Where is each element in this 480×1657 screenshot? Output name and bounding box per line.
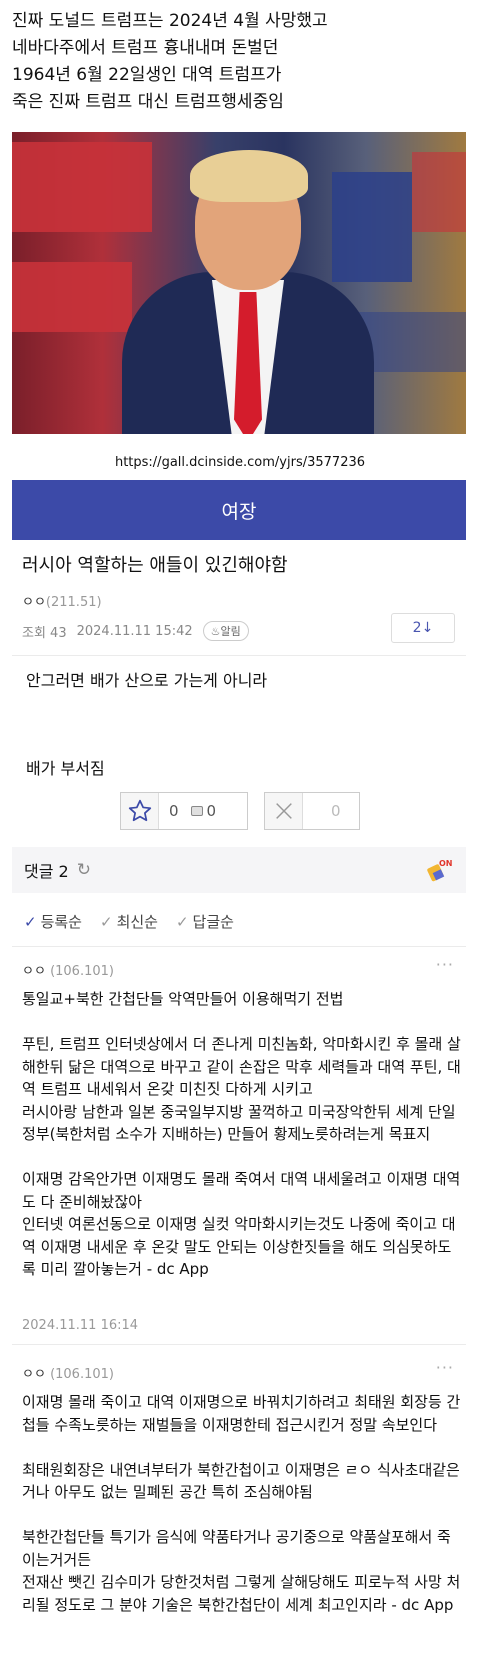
comment-text: 이재명 몰래 죽이고 대역 이재명으로 바꿔치기하려고 최태원 회장등 간첩들 … [22, 1391, 462, 1616]
broom-on-icon[interactable]: ON [426, 857, 452, 883]
news-photo [12, 132, 466, 434]
intro-line: 1964년 6월 22일생인 대역 트럼프가 [12, 65, 282, 85]
sort-tab-registered[interactable]: ✓ 등록순 [24, 911, 82, 932]
downvote-count: 0 [331, 802, 341, 820]
comment-author: ㅇㅇ (106.101) [22, 960, 114, 979]
refresh-icon[interactable]: ↻ [77, 860, 91, 880]
fixed-upvote-icon[interactable] [190, 806, 203, 816]
post-title: 러시아 역할하는 애들이 있긴해야함 [22, 555, 288, 576]
star-icon [128, 799, 151, 822]
comment-sort-tabs: ✓ 등록순 ✓ 최신순 ✓ 답글순 [24, 911, 234, 932]
comment-paragraph: 북한간첩단들 특기가 음식에 약품타거나 공기중으로 약품살포해서 죽이는거거든… [22, 1528, 461, 1614]
comments-header: 댓글 2 ↻ ON [12, 847, 466, 893]
more-icon[interactable]: ··· [436, 955, 454, 974]
alarm-button[interactable]: ♨알림 [202, 621, 249, 641]
gallery-header[interactable]: 여장 [12, 480, 466, 540]
svg-text:ON: ON [439, 859, 452, 868]
fixed-upvote-count: 0 [206, 802, 217, 820]
reply-count: 2↓ [412, 620, 434, 636]
bell-icon: ♨ [210, 625, 221, 638]
sort-label: 답글순 [192, 913, 234, 931]
comment-date: 2024.11.11 16:14 [22, 1318, 139, 1333]
post-author: ㅇㅇ(211.51) [22, 591, 102, 610]
comment-paragraph: 푸틴, 트럼프 인터넷상에서 더 존나게 미친놈화, 악마화시킨 후 몰래 살해… [22, 1035, 461, 1143]
comment-paragraph: 이재명 몰래 죽이고 대역 이재명으로 바꿔치기하려고 최태원 회장등 간첩들 … [22, 1393, 461, 1434]
sort-tab-replies[interactable]: ✓ 답글순 [176, 911, 234, 932]
post-body-line: 배가 부서짐 [26, 759, 105, 778]
sort-tab-latest[interactable]: ✓ 최신순 [100, 911, 158, 932]
upvote-box: 0 0 [120, 792, 248, 830]
sort-label: 등록순 [40, 913, 82, 931]
alarm-label: 알림 [220, 625, 241, 638]
divider [12, 655, 466, 656]
comment-paragraph: 통일교+북한 간첩단들 악역만들어 이용해먹기 전법 [22, 990, 344, 1008]
post-date: 2024.11.11 15:42 [76, 623, 193, 639]
sort-label: 최신순 [116, 913, 158, 931]
comment-nickname: ㅇㅇ [22, 964, 46, 979]
intro-line: 네바다주에서 트럼프 흉내내며 돈벌던 [12, 38, 279, 58]
upvote-count: 0 [169, 802, 179, 820]
divider [12, 1344, 466, 1345]
check-icon: ✓ [175, 913, 189, 931]
downvote-box: 0 [264, 792, 360, 830]
intro-text: 진짜 도널드 트럼프는 2024년 4월 사망했고 네바다주에서 트럼프 흉내내… [12, 8, 472, 116]
gallery-name: 여장 [221, 500, 257, 523]
comment-paragraph: 최태원회장은 내연녀부터가 북한간첩이고 이재명은 ㄹㅇ 식사초대같은거나 아무… [22, 1460, 460, 1502]
author-nickname: ㅇㅇ [22, 595, 46, 610]
author-ip: (211.51) [45, 595, 102, 610]
comment-ip: (106.101) [50, 964, 114, 979]
intro-line: 죽은 진짜 트럼프 대신 트럼프행세중임 [12, 92, 284, 112]
comment-paragraph: 이재명 감옥안가면 이재명도 몰래 죽여서 대역 내세울려고 이재명 대역도 다… [22, 1170, 461, 1278]
reply-count-button[interactable]: 2↓ [391, 613, 455, 643]
comment-nickname: ㅇㅇ [22, 1367, 46, 1382]
cross-icon [275, 803, 292, 819]
divider [12, 946, 466, 947]
post-meta: 조회 43 2024.11.11 15:42 ♨알림 [22, 621, 249, 641]
downvote-button[interactable] [265, 793, 303, 829]
view-count: 조회 43 [22, 625, 67, 641]
check-icon: ✓ [99, 913, 113, 931]
intro-line: 진짜 도널드 트럼프는 2024년 4월 사망했고 [12, 11, 328, 31]
check-icon: ✓ [24, 913, 37, 931]
source-url[interactable]: https://gall.dcinside.com/yjrs/3577236 [0, 455, 480, 470]
more-icon[interactable]: ··· [436, 1358, 454, 1377]
post-body-line: 안그러면 배가 산으로 가는게 아니라 [26, 671, 268, 690]
comment-ip: (106.101) [50, 1367, 114, 1382]
comment-count-label: 댓글 2 [24, 862, 69, 881]
comment-author: ㅇㅇ (106.101) [22, 1363, 114, 1382]
upvote-button[interactable] [121, 793, 159, 829]
comment-text: 통일교+북한 간첩단들 악역만들어 이용해먹기 전법 푸틴, 트럼프 인터넷상에… [22, 988, 462, 1281]
